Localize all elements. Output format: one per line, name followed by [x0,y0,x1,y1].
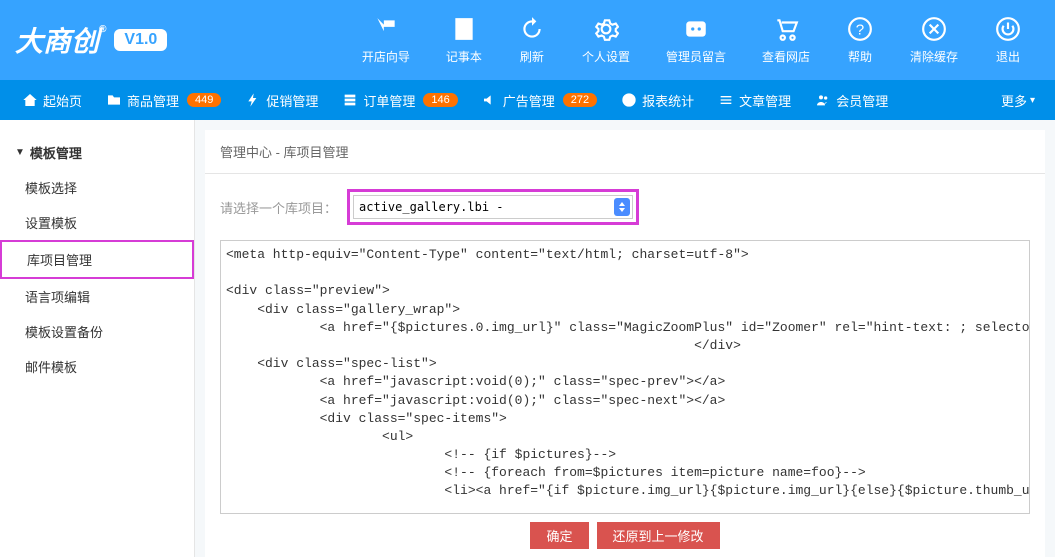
nav-articles[interactable]: 文章管理 [706,80,803,120]
notepad-button[interactable]: 记事本 [428,7,500,73]
nav-badge: 272 [563,93,597,107]
view-store-button[interactable]: 查看网店 [744,7,828,73]
version-badge: V1.0 [114,29,167,51]
nav-orders[interactable]: 订单管理 146 [330,80,469,120]
clear-cache-button[interactable]: 清除缓存 [892,7,976,73]
main-container: ▼ 模板管理 模板选择 设置模板 库项目管理 语言项编辑 模板设置备份 邮件模板… [0,120,1055,557]
top-header: 大商创® V1.0 开店向导 记事本 刷新 个人设置 管理员留言 查看网店 [0,0,1055,80]
svg-text:?: ? [856,21,864,38]
nav-more[interactable]: 更多 ▾ [991,91,1045,110]
nav-promotions[interactable]: 促销管理 [233,80,330,120]
refresh-icon [518,15,546,43]
settings-button[interactable]: 个人设置 [564,7,648,73]
revert-button[interactable]: 还原到上一修改 [597,522,720,549]
refresh-button[interactable]: 刷新 [500,7,564,73]
wizard-icon [372,15,400,43]
nav-members[interactable]: 会员管理 [803,80,900,120]
logo-area: 大商创® V1.0 [15,20,167,60]
megaphone-icon [482,92,498,108]
button-row: 确定 还原到上一修改 [205,514,1045,557]
sidebar-header[interactable]: ▼ 模板管理 [0,135,194,170]
sidebar-item-language[interactable]: 语言项编辑 [0,279,194,314]
registered-mark: ® [99,24,106,35]
content-inner: 管理中心 - 库项目管理 请选择一个库项目： 确定 还原到上一修改 [205,130,1045,557]
form-row: 请选择一个库项目： [205,174,1045,240]
help-button[interactable]: ? 帮助 [828,7,892,73]
library-select[interactable] [353,195,633,219]
message-icon [682,15,710,43]
folder-icon [106,92,122,108]
select-wrapper [347,189,639,225]
confirm-button[interactable]: 确定 [530,522,588,549]
sidebar-item-template-select[interactable]: 模板选择 [0,170,194,205]
code-textarea[interactable] [221,241,1029,513]
notepad-icon [450,15,478,43]
top-actions: 开店向导 记事本 刷新 个人设置 管理员留言 查看网店 ? 帮助 清除缓存 [344,7,1040,73]
sidebar: ▼ 模板管理 模板选择 设置模板 库项目管理 语言项编辑 模板设置备份 邮件模板 [0,120,195,557]
close-icon [920,15,948,43]
logout-button[interactable]: 退出 [976,7,1040,73]
bolt-icon [245,92,261,108]
content-area: 管理中心 - 库项目管理 请选择一个库项目： 确定 还原到上一修改 [195,120,1055,557]
nav-reports[interactable]: 报表统计 [609,80,706,120]
sidebar-item-mail[interactable]: 邮件模板 [0,349,194,384]
nav-badge: 449 [187,93,221,107]
chevron-down-icon: ▼ [15,147,25,158]
list-icon [342,92,358,108]
power-icon [994,15,1022,43]
nav-bar: 起始页 商品管理 449 促销管理 订单管理 146 广告管理 272 报表统计… [0,80,1055,120]
nav-home[interactable]: 起始页 [10,80,94,120]
form-label: 请选择一个库项目： [220,198,337,217]
sidebar-item-set-template[interactable]: 设置模板 [0,205,194,240]
nav-badge: 146 [423,93,457,107]
messages-button[interactable]: 管理员留言 [648,7,744,73]
nav-ads[interactable]: 广告管理 272 [470,80,609,120]
gear-icon [592,15,620,43]
help-icon: ? [846,15,874,43]
breadcrumb: 管理中心 - 库项目管理 [205,130,1045,174]
cart-icon [772,15,800,43]
sidebar-item-library[interactable]: 库项目管理 [0,240,194,279]
wizard-button[interactable]: 开店向导 [344,7,428,73]
chart-icon [621,92,637,108]
logo-text: 大商创® [15,20,106,60]
nav-products[interactable]: 商品管理 449 [94,80,233,120]
chevron-down-icon: ▾ [1030,95,1035,106]
lines-icon [718,92,734,108]
users-icon [815,92,831,108]
code-area [220,240,1030,514]
sidebar-item-backup[interactable]: 模板设置备份 [0,314,194,349]
home-icon [22,92,38,108]
